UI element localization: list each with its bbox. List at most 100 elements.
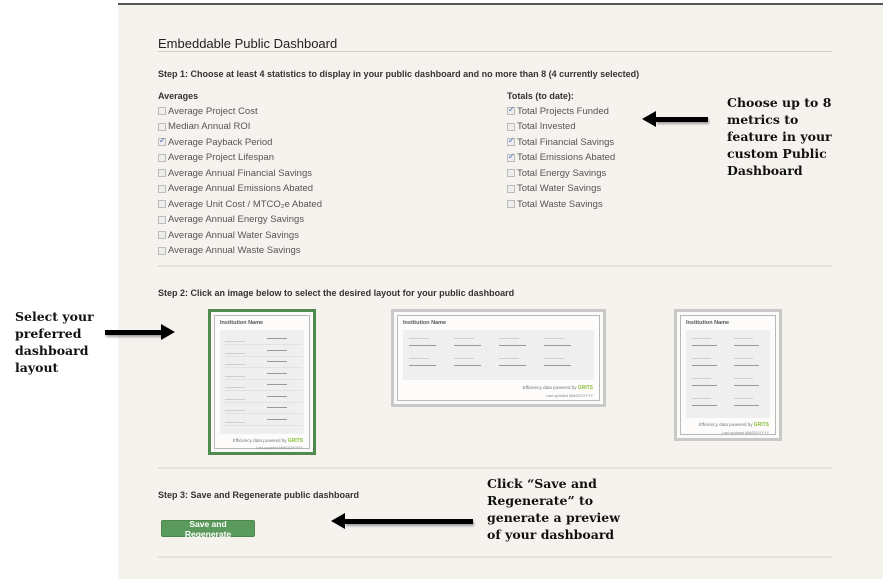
placeholder-value bbox=[267, 372, 287, 374]
option-label: Total Water Savings bbox=[517, 183, 602, 194]
placeholder-label bbox=[499, 358, 520, 359]
option-label: Average Project Lifespan bbox=[168, 152, 274, 163]
save-and-regenerate-button[interactable]: Save and Regenerate bbox=[161, 519, 255, 539]
average-option[interactable]: Median Annual ROI bbox=[158, 121, 250, 133]
total-option[interactable]: Total Energy Savings bbox=[507, 167, 606, 179]
checkbox-unchecked[interactable] bbox=[158, 122, 166, 131]
row-divider bbox=[224, 355, 302, 357]
option-label: Average Annual Energy Savings bbox=[168, 214, 305, 225]
checkbox-unchecked[interactable] bbox=[507, 200, 515, 208]
checkbox-unchecked[interactable] bbox=[507, 122, 515, 131]
placeholder-value bbox=[267, 384, 287, 385]
average-option[interactable]: Average Annual Energy Savings bbox=[158, 214, 304, 226]
total-option[interactable]: Total Water Savings bbox=[507, 183, 601, 195]
placeholder-value bbox=[267, 349, 287, 351]
annotation-line: dashboard bbox=[15, 343, 89, 358]
checkbox-checked[interactable] bbox=[507, 136, 515, 146]
average-option[interactable]: Average Annual Waste Savings bbox=[158, 245, 301, 257]
checkbox-unchecked[interactable] bbox=[158, 169, 166, 177]
average-option[interactable]: Average Annual Financial Savings bbox=[158, 167, 312, 179]
checkbox-checked[interactable] bbox=[507, 105, 515, 115]
placeholder-label bbox=[734, 358, 753, 359]
averages-heading: Averages bbox=[158, 91, 199, 101]
placeholder-value bbox=[267, 418, 287, 420]
row-divider bbox=[224, 378, 302, 380]
total-option[interactable]: Total Emissions Abated bbox=[507, 152, 615, 164]
placeholder-label bbox=[225, 341, 245, 342]
powered-by-text: Efficiency data powered by bbox=[522, 385, 577, 390]
powered-by: Efficiency data powered by GRITS bbox=[699, 422, 769, 428]
institution-name: Institution Name bbox=[220, 320, 264, 326]
placeholder-label bbox=[225, 398, 245, 400]
placeholder-value bbox=[734, 405, 760, 406]
annotation-line: generate a preview bbox=[487, 510, 620, 525]
average-option[interactable]: Average Payback Period bbox=[158, 136, 272, 148]
placeholder-label bbox=[692, 338, 711, 339]
row-divider bbox=[224, 367, 302, 368]
total-option[interactable]: Total Invested bbox=[507, 121, 576, 133]
average-option[interactable]: Average Unit Cost / MTCO₂e Abated bbox=[158, 198, 322, 210]
checkbox-unchecked[interactable] bbox=[158, 184, 166, 193]
option-label: Total Financial Savings bbox=[517, 136, 615, 148]
total-option[interactable]: Total Projects Funded bbox=[507, 105, 609, 117]
row-divider bbox=[224, 344, 302, 345]
checkbox-unchecked[interactable] bbox=[158, 107, 166, 115]
step2-label: Step 2: Click an image below to select t… bbox=[158, 288, 515, 298]
row-divider bbox=[224, 413, 302, 414]
annotation-save: Click “Save and Regenerate” to generate a … bbox=[487, 475, 620, 543]
checkbox-unchecked[interactable] bbox=[158, 200, 166, 208]
annotation-line: layout bbox=[15, 360, 59, 375]
checkbox-unchecked[interactable] bbox=[158, 215, 166, 224]
placeholder-value bbox=[692, 405, 718, 406]
average-option[interactable]: Average Annual Water Savings bbox=[158, 229, 299, 241]
layout-option-two-column[interactable]: Institution Name Efficiency data powered… bbox=[674, 309, 782, 441]
checkbox-unchecked[interactable] bbox=[507, 184, 515, 193]
last-updated: Last updated MM/DD/YYYY bbox=[721, 431, 769, 435]
annotation-line: Choose up to 8 bbox=[727, 95, 832, 110]
average-option[interactable]: Average Annual Emissions Abated bbox=[158, 183, 313, 195]
powered-by: Efficiency data powered by GRITS bbox=[523, 385, 593, 391]
layout-option-four-column[interactable]: Institution Name Efficiency data powered… bbox=[391, 309, 606, 407]
placeholder-label bbox=[544, 358, 565, 359]
placeholder-value bbox=[267, 395, 287, 397]
annotation-line: Select your bbox=[15, 309, 94, 324]
checkbox-unchecked[interactable] bbox=[158, 231, 166, 239]
option-label: Total Emissions Abated bbox=[517, 152, 616, 163]
arrow-right-icon bbox=[105, 324, 175, 340]
step3-divider bbox=[158, 556, 832, 558]
stats-grid bbox=[403, 330, 594, 380]
checkbox-unchecked[interactable] bbox=[507, 169, 515, 177]
powered-by-text: Efficiency data powered by bbox=[232, 438, 287, 443]
total-option[interactable]: Total Financial Savings bbox=[507, 136, 614, 148]
placeholder-label bbox=[225, 387, 245, 388]
placeholder-label bbox=[692, 398, 711, 399]
institution-name: Institution Name bbox=[403, 320, 447, 326]
placeholder-label bbox=[734, 338, 753, 339]
placeholder-value bbox=[267, 361, 287, 362]
placeholder-value bbox=[454, 345, 481, 346]
annotation-metrics: Choose up to 8 metrics to feature in your c… bbox=[727, 94, 832, 179]
placeholder-label bbox=[225, 375, 245, 377]
checkbox-checked[interactable] bbox=[158, 136, 166, 146]
layout-preview: Institution Name Efficiency data powered… bbox=[214, 315, 310, 450]
layout-option-single-column[interactable]: Institution Name Efficiency data powered… bbox=[208, 309, 316, 455]
option-label: Average Annual Waste Savings bbox=[168, 245, 301, 256]
powered-by: Efficiency data powered by GRITS bbox=[233, 438, 303, 444]
checkbox-unchecked[interactable] bbox=[158, 246, 166, 255]
annotation-line: feature in your bbox=[727, 129, 832, 144]
option-label: Average Annual Financial Savings bbox=[168, 167, 313, 179]
step1-label: Step 1: Choose at least 4 statistics to … bbox=[158, 69, 640, 79]
placeholder-value bbox=[409, 365, 436, 366]
annotation-layout: Select your preferred dashboard layout bbox=[15, 308, 94, 376]
average-option[interactable]: Average Project Lifespan bbox=[158, 152, 274, 164]
annotation-line: Dashboard bbox=[727, 163, 803, 178]
placeholder-label bbox=[225, 421, 245, 423]
placeholder-value bbox=[267, 338, 287, 339]
average-option[interactable]: Average Project Cost bbox=[158, 105, 258, 117]
placeholder-label bbox=[692, 358, 711, 359]
placeholder-value bbox=[692, 385, 718, 386]
annotation-line: Click “Save and bbox=[487, 476, 597, 491]
total-option[interactable]: Total Waste Savings bbox=[507, 198, 603, 210]
checkbox-checked[interactable] bbox=[507, 152, 515, 162]
checkbox-unchecked[interactable] bbox=[158, 153, 166, 162]
